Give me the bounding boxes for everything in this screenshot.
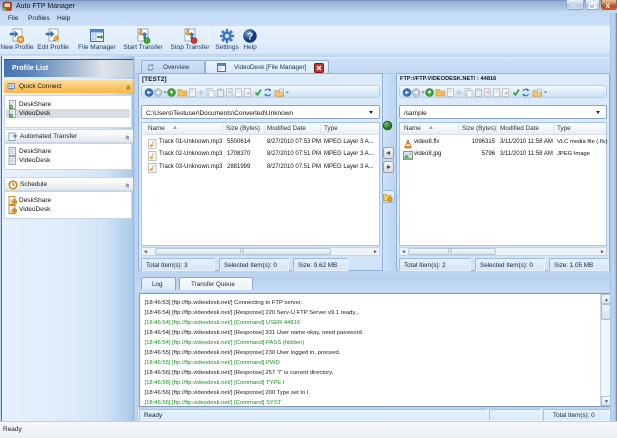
svg-text:?: ? — [247, 32, 253, 43]
